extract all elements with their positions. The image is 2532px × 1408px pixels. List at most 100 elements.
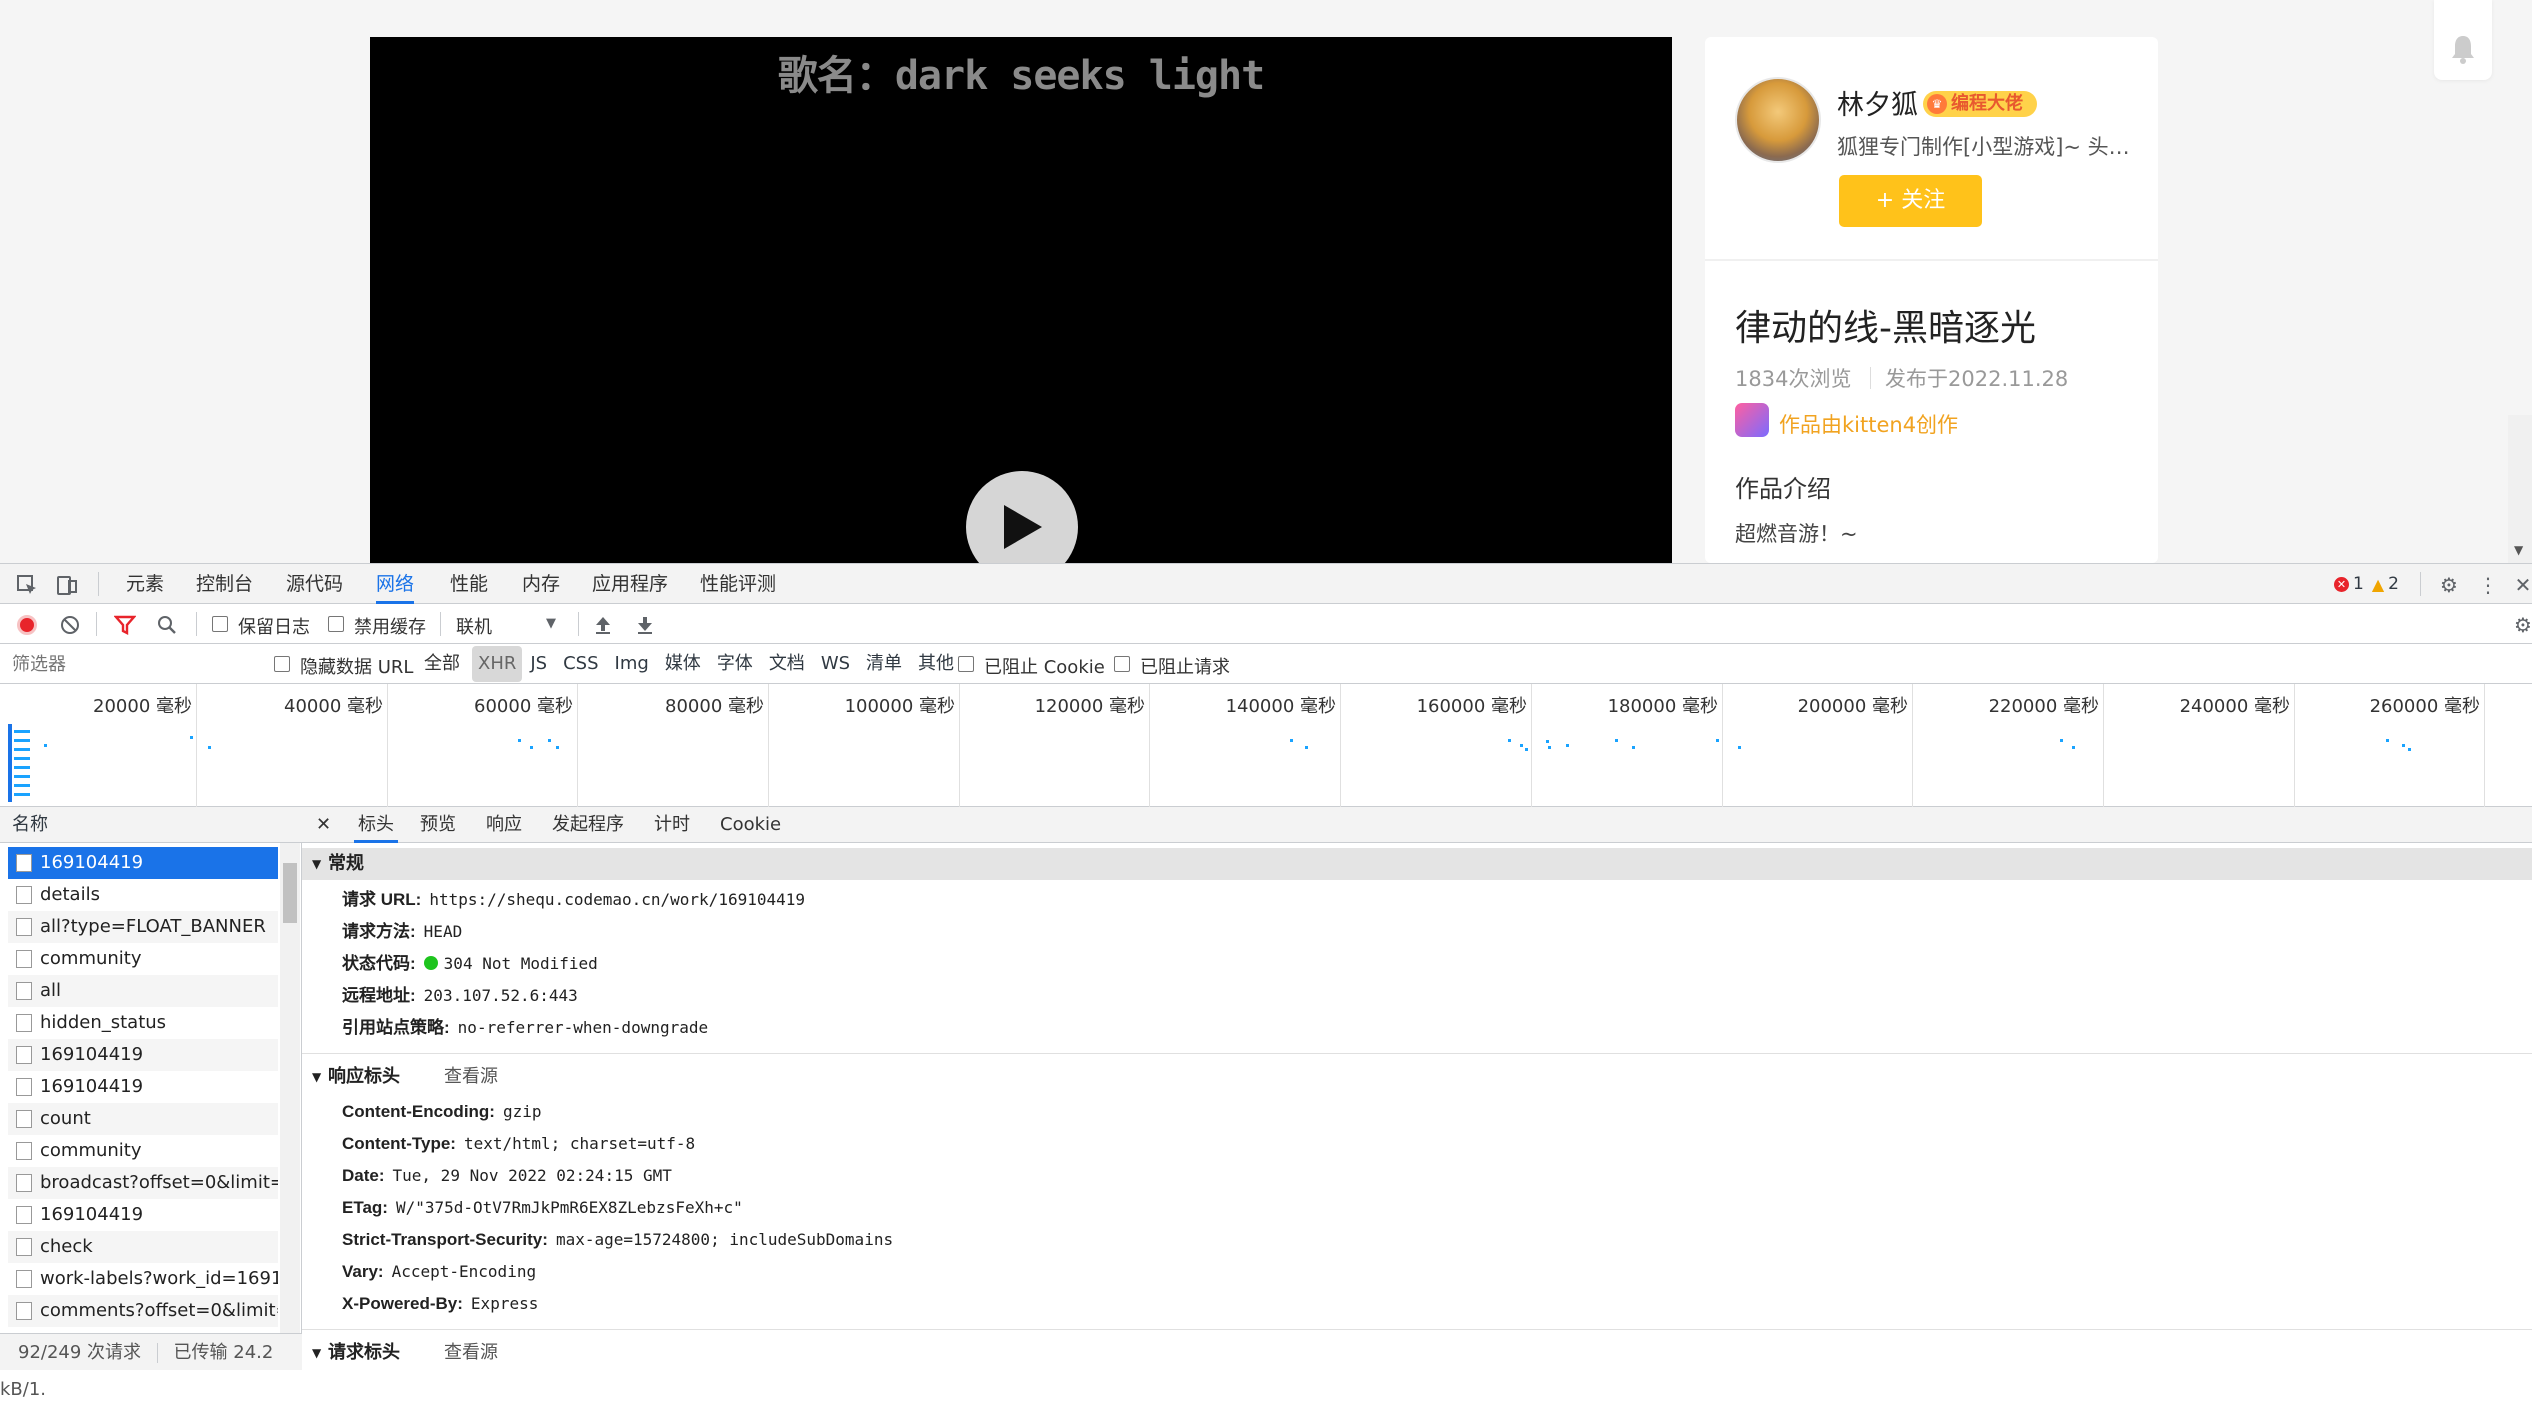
filter-input[interactable] — [6, 650, 256, 678]
export-har-icon[interactable] — [632, 613, 658, 637]
record-icon[interactable] — [17, 615, 37, 635]
header-row: ETag: W/"375d-OtV7RmJkPmR6EX8ZLebzsFeXh+c… — [342, 1198, 743, 1217]
request-row[interactable]: comments?offset=0&limit=15 — [8, 1295, 278, 1327]
bell-icon — [2452, 36, 2474, 64]
filter-type-font[interactable]: 字体 — [709, 646, 761, 682]
inspect-element-icon[interactable] — [14, 572, 40, 598]
blocked-requests-checkbox[interactable] — [1114, 656, 1130, 672]
filter-type-media[interactable]: 媒体 — [657, 646, 709, 682]
tab-elements[interactable]: 元素 — [126, 564, 164, 604]
tab-cookies[interactable]: Cookie — [720, 807, 781, 843]
request-row[interactable]: 169104419 — [8, 847, 278, 879]
filter-type-js[interactable]: JS — [522, 646, 555, 682]
network-status-bar: 92/249 次请求 已传输 24.2 kB/1. — [0, 1333, 302, 1400]
view-source-link[interactable]: 查看源 — [444, 1061, 498, 1093]
device-toolbar-icon[interactable] — [54, 572, 80, 598]
request-row[interactable]: 169104419 — [8, 1199, 278, 1231]
filter-type-manifest[interactable]: 清单 — [858, 646, 910, 682]
blocked-requests-label: 已阻止请求 — [1140, 657, 1230, 678]
more-options-icon[interactable]: ⋮ — [2478, 572, 2498, 598]
divider — [578, 612, 579, 636]
request-row[interactable]: hidden_status — [8, 1007, 278, 1039]
filter-type-xhr[interactable]: XHR — [472, 646, 523, 682]
request-row[interactable]: check — [8, 1231, 278, 1263]
request-row[interactable]: details — [8, 879, 278, 911]
filter-type-doc[interactable]: 文档 — [761, 646, 813, 682]
search-icon[interactable] — [154, 613, 180, 637]
follow-button[interactable]: + 关注 — [1839, 175, 1982, 227]
header-row: Content-Encoding: gzip — [342, 1102, 542, 1121]
throttle-select[interactable]: 联机 ▼ — [452, 610, 564, 638]
network-settings-gear-icon[interactable]: ⚙ — [2514, 613, 2532, 637]
blocked-cookies-checkbox[interactable] — [958, 656, 974, 672]
header-row: 请求方法: HEAD — [342, 922, 463, 941]
badge-label: 编程大佬 — [1951, 93, 2023, 114]
tab-console[interactable]: 控制台 — [196, 564, 253, 604]
tab-initiator[interactable]: 发起程序 — [552, 807, 624, 843]
scroll-down-icon[interactable]: ▼ — [2514, 543, 2523, 557]
preserve-log-checkbox[interactable] — [212, 616, 228, 632]
issues-counter[interactable]: ✕ 1 ▲ 2 — [2334, 574, 2399, 594]
view-source-link[interactable]: 查看源 — [444, 1337, 498, 1369]
scrollbar-thumb[interactable] — [283, 863, 297, 923]
intro-text: 超燃音游！~ — [1735, 522, 1858, 546]
settings-gear-icon[interactable]: ⚙ — [2436, 572, 2462, 598]
devtools-main-tabs: 元素 控制台 源代码 网络 性能 内存 应用程序 性能评测 ✕ 1 ▲ 2 ⚙ … — [0, 564, 2532, 604]
clear-icon[interactable] — [58, 613, 82, 637]
filter-type-other[interactable]: 其他 — [910, 646, 962, 682]
network-overview-timeline[interactable]: 20000 毫秒 40000 毫秒 60000 毫秒 80000 毫秒 1000… — [0, 684, 2532, 807]
crown-icon: ♛ — [1927, 94, 1947, 114]
timeline-tick-label: 220000 毫秒 — [1988, 696, 2099, 717]
request-headers-section-header[interactable]: ▼ 请求标头 查看源 — [302, 1337, 2532, 1369]
tab-response[interactable]: 响应 — [486, 807, 522, 843]
request-row[interactable]: work-labels?work_id=169104 — [8, 1263, 278, 1295]
tab-headers[interactable]: 标头 — [354, 807, 398, 843]
video-player[interactable]: 歌名：dark seeks light — [370, 37, 1672, 563]
request-row[interactable]: 169104419 — [8, 1071, 278, 1103]
request-row[interactable]: community — [8, 1135, 278, 1167]
page-scrollbar[interactable]: ▼ — [2508, 415, 2532, 563]
play-icon — [1004, 505, 1042, 549]
tab-memory[interactable]: 内存 — [522, 564, 560, 604]
request-row[interactable]: all?type=FLOAT_BANNER — [8, 911, 278, 943]
side-float-button[interactable] — [2434, 0, 2492, 80]
response-headers-section-header[interactable]: ▼ 响应标头 查看源 — [302, 1061, 2532, 1093]
play-button[interactable] — [966, 471, 1078, 563]
network-toolbar: 保留日志 禁用缓存 联机 ▼ ⚙ — [0, 604, 2532, 644]
close-detail-icon[interactable]: ✕ — [316, 807, 331, 843]
filter-type-ws[interactable]: WS — [813, 646, 858, 682]
blocked-cookies-label: 已阻止 Cookie — [984, 657, 1105, 678]
header-row: Date: Tue, 29 Nov 2022 02:24:15 GMT — [342, 1166, 672, 1185]
tab-sources[interactable]: 源代码 — [286, 564, 343, 604]
filter-icon[interactable] — [112, 613, 138, 637]
request-list-scrollbar[interactable] — [280, 843, 300, 1333]
request-row[interactable]: broadcast?offset=0&limit=1& — [8, 1167, 278, 1199]
column-header-name[interactable]: 名称 — [0, 807, 302, 843]
divider — [440, 612, 441, 636]
request-row[interactable]: 169104419 — [8, 1039, 278, 1071]
filter-type-all[interactable]: 全部 — [424, 646, 460, 682]
tab-lighthouse[interactable]: 性能评测 — [700, 564, 776, 604]
author-avatar[interactable] — [1735, 77, 1821, 163]
request-row[interactable]: count — [8, 1103, 278, 1135]
tab-preview[interactable]: 预览 — [420, 807, 456, 843]
timeline-tick-label: 240000 毫秒 — [2179, 696, 2290, 717]
timeline-tick-label: 40000 毫秒 — [284, 696, 383, 717]
general-section-header[interactable]: ▼ 常规 — [302, 848, 2532, 880]
filter-type-css[interactable]: CSS — [555, 646, 606, 682]
import-har-icon[interactable] — [590, 613, 616, 637]
song-title-overlay: 歌名：dark seeks light — [777, 53, 1265, 99]
author-name[interactable]: 林夕狐 — [1837, 83, 1918, 122]
tab-timing[interactable]: 计时 — [654, 807, 690, 843]
request-row[interactable]: community — [8, 943, 278, 975]
tab-application[interactable]: 应用程序 — [592, 564, 668, 604]
close-devtools-icon[interactable]: ✕ — [2514, 572, 2532, 598]
hide-data-urls-checkbox[interactable] — [274, 656, 290, 672]
creator-tool-link[interactable]: 作品由kitten4创作 — [1779, 409, 1958, 439]
tab-network[interactable]: 网络 — [376, 564, 415, 604]
disable-cache-label: 禁用缓存 — [354, 617, 426, 638]
filter-type-img[interactable]: Img — [607, 646, 657, 682]
tab-performance[interactable]: 性能 — [450, 564, 488, 604]
disable-cache-checkbox[interactable] — [328, 616, 344, 632]
request-row[interactable]: all — [8, 975, 278, 1007]
